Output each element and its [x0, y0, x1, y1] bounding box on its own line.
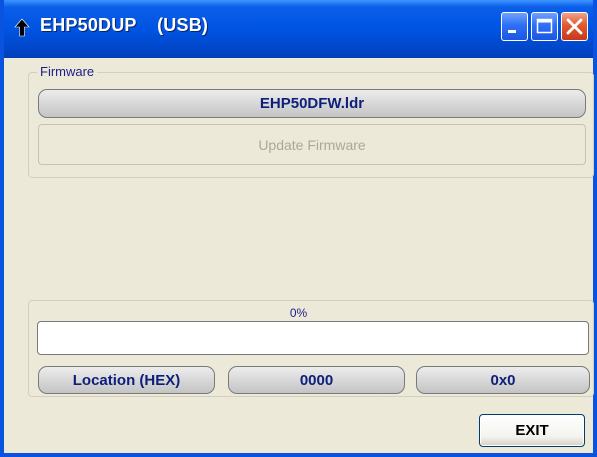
progress-percent: 0% — [289, 306, 308, 320]
progress-bar — [37, 321, 589, 355]
firmware-file-display[interactable]: EHP50DFW.ldr — [38, 89, 586, 118]
title-bar[interactable]: EHP50DUP (USB) — [4, 0, 593, 58]
app-window: EHP50DUP (USB) Firmware EHP50DFW.ldr Upd… — [0, 0, 597, 457]
minimize-icon — [508, 30, 516, 33]
location-value: 0000 — [299, 371, 334, 389]
location-label: Location (HEX) — [72, 371, 181, 389]
data-value: 0x0 — [490, 371, 516, 389]
client-area: Firmware EHP50DFW.ldr Update Firmware 0%… — [4, 58, 594, 453]
update-firmware-button[interactable]: Update Firmware — [38, 124, 586, 165]
exit-button[interactable]: EXIT — [479, 414, 585, 447]
update-firmware-label: Update Firmware — [258, 136, 366, 153]
data-value-box: 0x0 — [416, 366, 590, 394]
close-button[interactable] — [561, 12, 588, 41]
firmware-file-name: EHP50DFW.ldr — [259, 95, 365, 112]
location-value-box: 0000 — [228, 366, 405, 394]
window-title: EHP50DUP (USB) — [40, 15, 209, 35]
exit-label: EXIT — [515, 422, 549, 439]
maximize-icon — [536, 18, 553, 34]
location-label-box: Location (HEX) — [38, 366, 215, 394]
maximize-button[interactable] — [531, 12, 558, 41]
firmware-group-label: Firmware — [37, 64, 98, 79]
close-icon — [566, 18, 583, 35]
app-arrow-icon — [14, 18, 30, 37]
minimize-button[interactable] — [501, 12, 528, 41]
